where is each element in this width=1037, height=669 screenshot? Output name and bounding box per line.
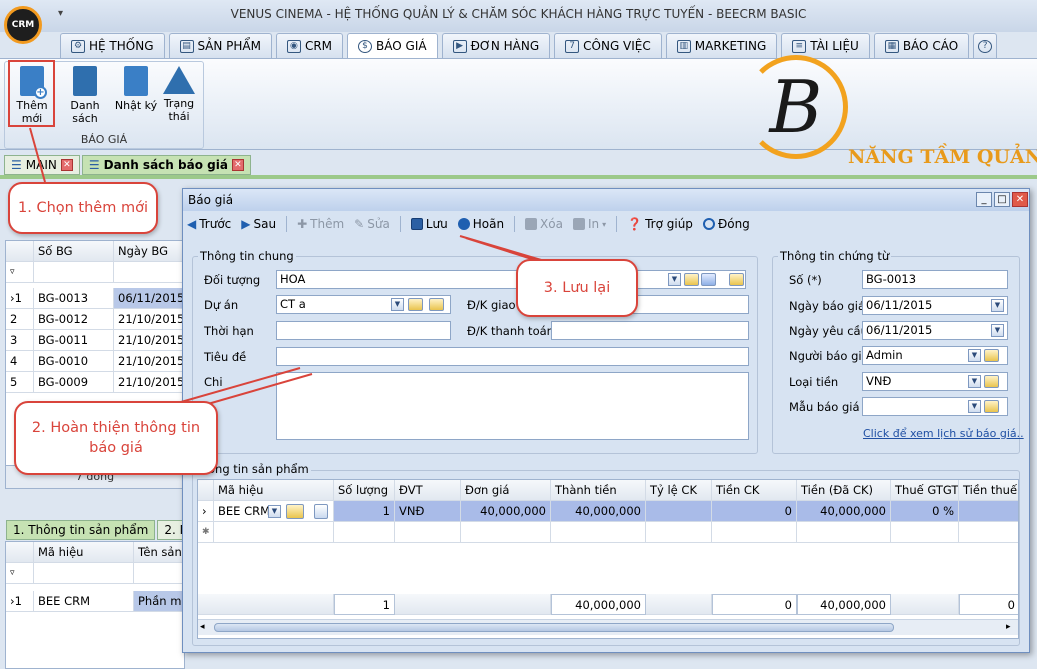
- callout-step2: 2. Hoàn thiện thông tin báo giá: [14, 401, 218, 475]
- pointer-step1: [29, 127, 46, 183]
- callout-pointers: [29, 127, 561, 413]
- callout-step3: 3. Lưu lại: [516, 259, 638, 317]
- callout-step1: 1. Chọn thêm mới: [8, 182, 158, 234]
